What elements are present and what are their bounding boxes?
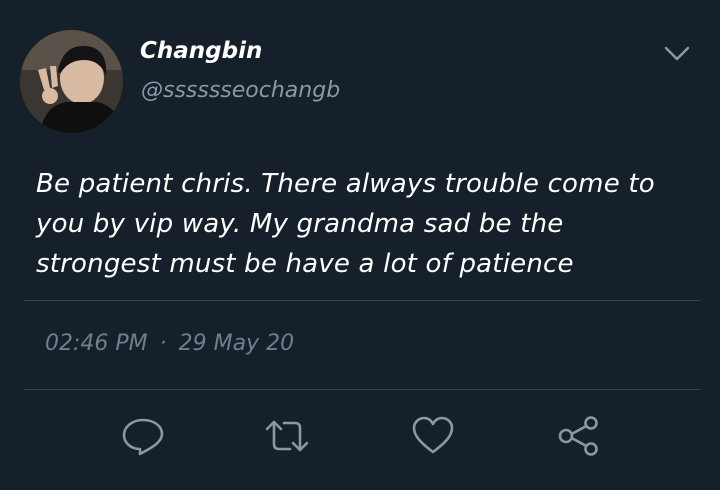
author-handle[interactable]: @sssssseochangb: [141, 78, 340, 103]
tweet-meta: 02:46 PM · 29 May 20: [45, 331, 294, 356]
meta-separator: ·: [159, 331, 167, 356]
heart-icon: [412, 416, 454, 454]
retweet-button[interactable]: [265, 416, 309, 456]
author-display-name[interactable]: Changbin: [140, 38, 262, 64]
tweet-date[interactable]: 29 May 20: [179, 331, 294, 356]
share-button[interactable]: [556, 416, 600, 456]
avatar-image: [20, 30, 123, 133]
tweet-card: Changbin @sssssseochangb Be patient chri…: [0, 0, 720, 490]
reply-button[interactable]: [121, 416, 165, 456]
chevron-down-icon[interactable]: [662, 42, 692, 66]
tweet-time[interactable]: 02:46 PM: [45, 331, 148, 356]
divider: [24, 389, 700, 390]
like-button[interactable]: [411, 416, 455, 456]
reply-icon: [122, 418, 164, 456]
share-icon: [558, 416, 598, 456]
retweet-icon: [265, 420, 309, 452]
divider: [24, 300, 700, 301]
avatar[interactable]: [20, 30, 123, 133]
tweet-text: Be patient chris. There always trouble c…: [36, 169, 655, 279]
